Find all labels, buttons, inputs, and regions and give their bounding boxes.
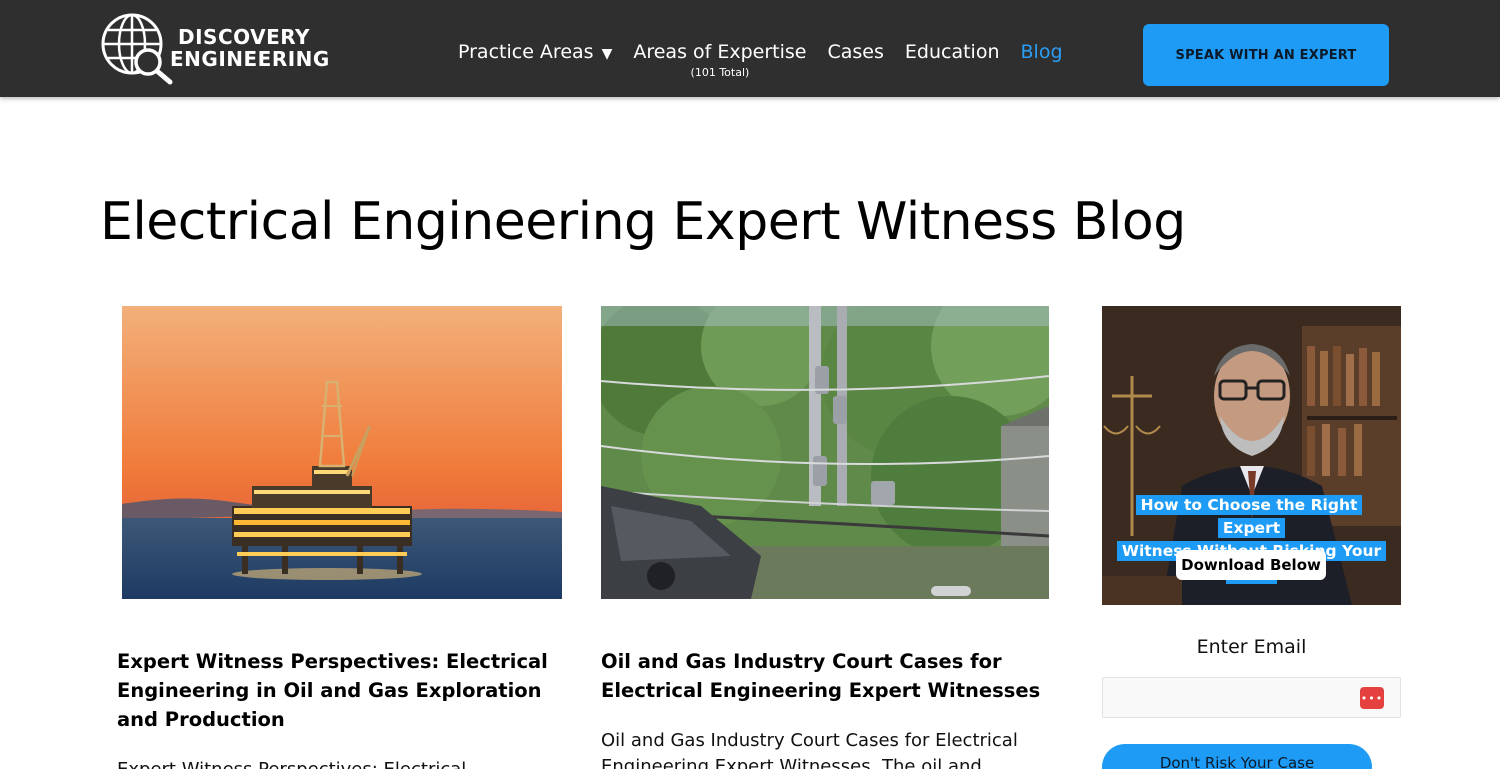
nav-blog[interactable]: Blog <box>1021 38 1063 66</box>
email-field[interactable] <box>1103 678 1400 717</box>
nav-practice-areas-label: Practice Areas <box>458 41 594 63</box>
nav-blog-label: Blog <box>1020 41 1063 63</box>
post-2-excerpt: Oil and Gas Industry Court Cases for Ele… <box>601 730 1018 769</box>
site-header: DISCOVERY ENGINEERING Practice Areas ▼ Ar… <box>0 0 1500 97</box>
logo-line-1: DISCOVERY <box>178 25 311 49</box>
email-label: Enter Email <box>1196 636 1307 658</box>
downed-power-lines-image <box>601 306 1049 599</box>
speak-with-expert-button[interactable]: SPEAK WITH AN EXPERT <box>1143 24 1389 86</box>
logo-wordmark: DISCOVERY ENGINEERING <box>170 25 330 70</box>
main-nav: Practice Areas ▼ Areas of Expertise (101 … <box>458 38 1084 79</box>
oil-rig-sunset-image <box>122 306 562 599</box>
post-1-title[interactable]: Expert Witness Perspectives: Electrical … <box>117 647 567 734</box>
nav-cases[interactable]: Cases <box>828 38 884 66</box>
nav-areas-of-expertise-label: Areas of Expertise <box>633 41 807 63</box>
expertise-count: (101 Total) <box>690 66 750 79</box>
email-field-wrapper: ••• <box>1102 677 1401 718</box>
password-manager-icon[interactable]: ••• <box>1360 687 1384 709</box>
guide-promo-banner[interactable]: How to Choose the Right Expert Witness W… <box>1102 306 1401 605</box>
post-1-excerpt: Expert Witness Perspectives: Electrical <box>117 757 567 769</box>
nav-education-label: Education <box>904 41 1000 63</box>
page-title: Electrical Engineering Expert Witness Bl… <box>100 192 1186 252</box>
post-2-image[interactable] <box>601 306 1049 599</box>
promo-headline-line-1: How to Choose the Right Expert <box>1135 495 1363 538</box>
caret-down-icon: ▼ <box>601 46 613 62</box>
nav-cases-label: Cases <box>827 41 884 63</box>
globe-magnifier-icon <box>101 13 173 85</box>
nav-practice-areas[interactable]: Practice Areas ▼ <box>458 38 612 68</box>
dont-risk-your-case-button[interactable]: Don't Risk Your Case <box>1102 744 1372 769</box>
nav-areas-of-expertise[interactable]: Areas of Expertise (101 Total) <box>633 38 807 79</box>
site-logo[interactable]: DISCOVERY ENGINEERING <box>100 12 330 86</box>
logo-line-2: ENGINEERING <box>170 47 330 71</box>
download-below-badge[interactable]: Download Below <box>1176 550 1326 580</box>
nav-education[interactable]: Education <box>905 38 1000 66</box>
post-1-image[interactable] <box>122 306 562 599</box>
post-2-title[interactable]: Oil and Gas Industry Court Cases for Ele… <box>601 647 1041 705</box>
